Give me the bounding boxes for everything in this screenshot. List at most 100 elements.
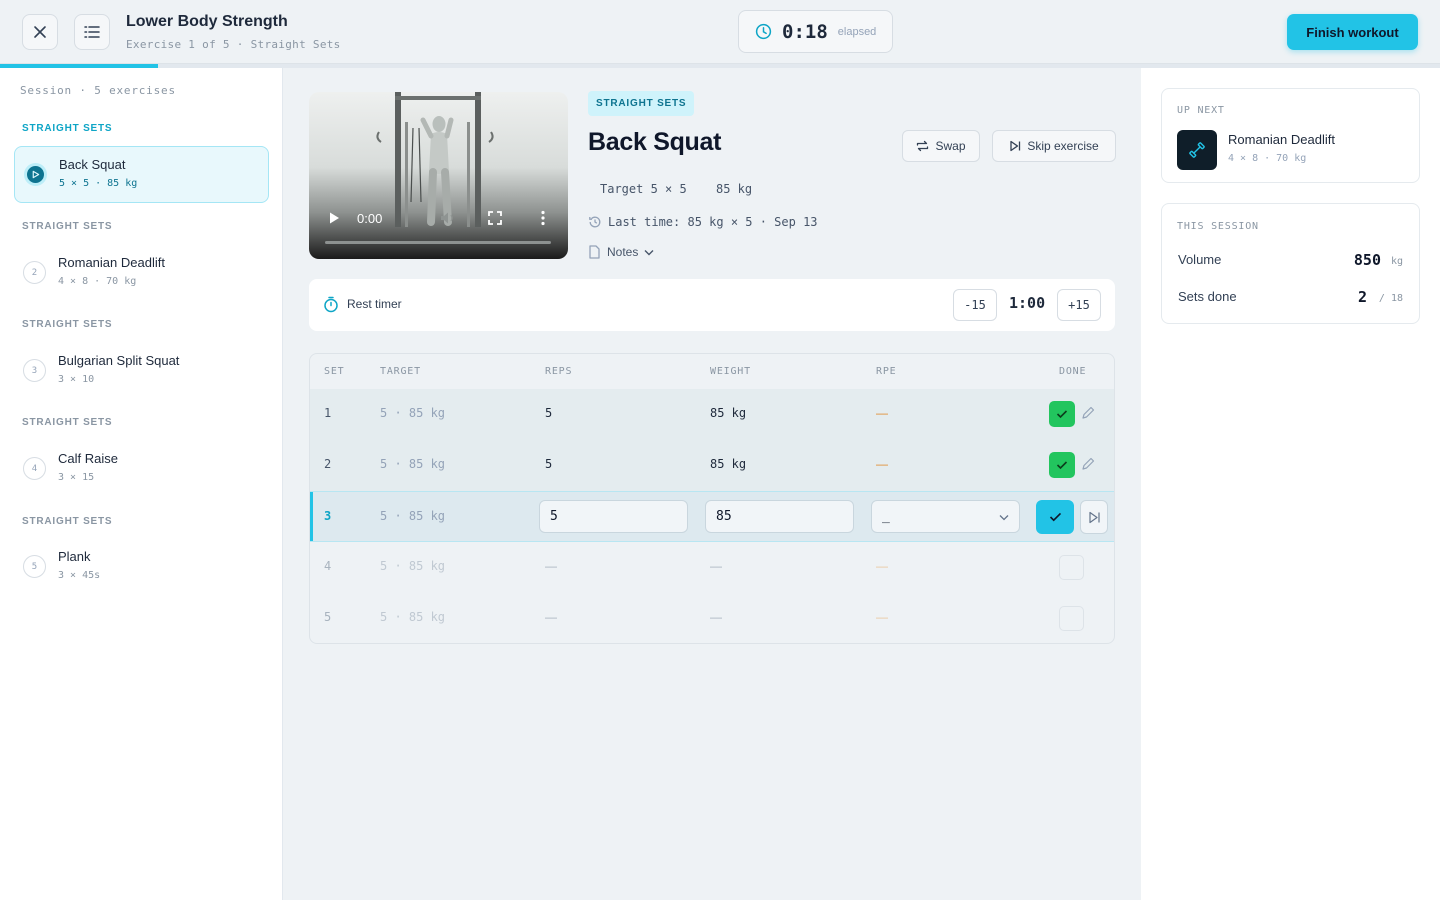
skip-exercise-button[interactable]: Skip exercise xyxy=(992,130,1116,162)
edit-icon[interactable] xyxy=(1081,457,1095,471)
column-header-reps: REPS xyxy=(545,366,573,377)
sidebar-item-plank[interactable]: 5 Plank 3 × 45s xyxy=(14,539,269,596)
close-button[interactable] xyxy=(22,14,58,50)
last-time-text: Last time: 85 kg × 5 · Sep 13 xyxy=(608,215,818,229)
set-number: 5 xyxy=(324,610,332,624)
set-target: 5 · 85 kg xyxy=(380,509,446,523)
complete-set-button[interactable] xyxy=(1036,500,1074,534)
session-stats-label: THIS SESSION xyxy=(1177,221,1259,232)
sidebar-item-detail: 3 × 10 xyxy=(58,374,95,385)
section-label: STRAIGHT SETS xyxy=(22,417,113,428)
exercise-video[interactable]: 0:00 xyxy=(309,92,568,259)
sidebar-item-bulgarian-split-squat[interactable]: 3 Bulgarian Split Squat 3 × 10 xyxy=(14,343,269,400)
set-weight: — xyxy=(710,610,722,624)
sets-table: SET TARGET REPS WEIGHT RPE DONE 1 5 · 85… xyxy=(309,353,1115,644)
edit-icon[interactable] xyxy=(1081,406,1095,420)
set-weight: 85 kg xyxy=(710,406,747,420)
close-icon xyxy=(34,26,46,38)
sidebar-item-name: Romanian Deadlift xyxy=(58,255,165,270)
rest-plus-button[interactable]: +15 xyxy=(1057,289,1101,321)
set-reps: — xyxy=(545,610,557,624)
play-icon[interactable] xyxy=(327,211,341,225)
sidebar-item-detail: 4 × 8 · 70 kg xyxy=(58,276,137,287)
set-number: 4 xyxy=(324,559,332,573)
up-next-card[interactable]: UP NEXT Romanian Deadlift 4 × 8 · 70 kg xyxy=(1161,88,1420,183)
history-icon xyxy=(589,216,601,228)
notes-toggle[interactable]: Notes xyxy=(588,245,654,259)
sidebar-item-romanian-deadlift[interactable]: 2 Romanian Deadlift 4 × 8 · 70 kg xyxy=(14,245,269,302)
fullscreen-icon[interactable] xyxy=(488,211,502,225)
video-scrubber[interactable] xyxy=(325,241,551,244)
rpe-select[interactable]: _ xyxy=(871,500,1020,533)
skip-label: Skip exercise xyxy=(1027,139,1099,153)
notes-label: Notes xyxy=(607,245,639,259)
sidebar-item-name: Plank xyxy=(58,549,91,564)
sidebar-item-back-squat[interactable]: Back Squat 5 × 5 · 85 kg xyxy=(14,146,269,203)
target-sets: Target 5 × 5 xyxy=(600,182,687,196)
video-time: 0:00 xyxy=(357,211,383,226)
table-row: 2 5 · 85 kg 5 85 kg — xyxy=(310,440,1114,491)
set-rpe: — xyxy=(876,406,888,420)
sets-total: / 18 xyxy=(1378,293,1403,304)
set-target: 5 · 85 kg xyxy=(380,406,446,420)
weight-input[interactable]: 85 xyxy=(705,500,854,533)
video-controls: 0:00 xyxy=(309,199,568,259)
rest-minus-button[interactable]: -15 xyxy=(953,289,997,321)
clock-icon xyxy=(755,23,772,40)
set-rpe: — xyxy=(876,457,888,471)
top-bar: Lower Body Strength Exercise 1 of 5 · St… xyxy=(0,0,1440,64)
volume-value: 850 xyxy=(1353,251,1381,269)
exercise-number: 5 xyxy=(23,555,46,578)
finish-workout-button[interactable]: Finish workout xyxy=(1287,14,1418,50)
exercise-number: 4 xyxy=(23,457,46,480)
list-icon xyxy=(84,26,100,38)
rpe-selected-value: _ xyxy=(882,509,890,524)
section-label: STRAIGHT SETS xyxy=(22,516,113,527)
set-done-checkbox[interactable] xyxy=(1059,555,1084,580)
sidebar-item-name: Calf Raise xyxy=(58,451,118,466)
right-panel: UP NEXT Romanian Deadlift 4 × 8 · 70 kg … xyxy=(1141,68,1440,900)
table-row: 1 5 · 85 kg 5 85 kg — xyxy=(310,389,1114,440)
section-label: STRAIGHT SETS xyxy=(22,221,113,232)
up-next-detail: 4 × 8 · 70 kg xyxy=(1228,153,1307,164)
set-rpe: — xyxy=(876,610,888,624)
set-done-checkbox[interactable] xyxy=(1059,606,1084,631)
volume-unit: kg xyxy=(1390,256,1403,267)
exercise-list-button[interactable] xyxy=(74,14,110,50)
rest-time: 1:00 xyxy=(1009,294,1046,312)
sets-done-label: Sets done xyxy=(1178,289,1237,304)
volume-icon[interactable] xyxy=(440,211,456,225)
last-time: Last time: 85 kg × 5 · Sep 13 xyxy=(588,215,818,229)
target-weight: 85 kg xyxy=(716,182,753,196)
sets-done-value: 2 xyxy=(1357,288,1367,306)
more-options-icon[interactable] xyxy=(540,210,546,226)
reps-input[interactable]: 5 xyxy=(539,500,688,533)
set-reps: 5 xyxy=(545,406,553,420)
exercise-title: Back Squat xyxy=(588,128,722,156)
skip-set-button[interactable] xyxy=(1080,500,1108,534)
column-header-weight: WEIGHT xyxy=(710,366,751,377)
exercise-number: 2 xyxy=(23,261,46,284)
set-done-checkbox[interactable] xyxy=(1049,452,1075,478)
rest-timer-label: Rest timer xyxy=(347,297,402,311)
set-number: 3 xyxy=(324,509,332,523)
rest-timer: Rest timer -15 1:00 +15 xyxy=(309,279,1115,331)
swap-button[interactable]: Swap xyxy=(902,130,980,162)
table-row: 4 5 · 85 kg — — — xyxy=(310,542,1114,593)
up-next-name: Romanian Deadlift xyxy=(1228,132,1335,147)
set-done-checkbox[interactable] xyxy=(1049,401,1075,427)
set-number: 2 xyxy=(324,457,332,471)
set-target: 5 · 85 kg xyxy=(380,610,446,624)
check-icon xyxy=(1056,410,1068,419)
table-row-current: 3 5 · 85 kg 5 85 _ xyxy=(310,491,1114,542)
sidebar-item-detail: 3 × 15 xyxy=(58,472,95,483)
sidebar-item-calf-raise[interactable]: 4 Calf Raise 3 × 15 xyxy=(14,441,269,498)
volume-label: Volume xyxy=(1178,252,1222,267)
exercise-thumbnail xyxy=(1177,130,1217,170)
sidebar-item-detail: 5 × 5 · 85 kg xyxy=(59,178,138,189)
workout-subtitle: Exercise 1 of 5 · Straight Sets xyxy=(126,38,341,51)
up-next-label: UP NEXT xyxy=(1177,105,1225,116)
section-label: STRAIGHT SETS xyxy=(22,319,113,330)
column-header-done: DONE xyxy=(1059,366,1087,377)
set-weight: — xyxy=(710,559,722,573)
